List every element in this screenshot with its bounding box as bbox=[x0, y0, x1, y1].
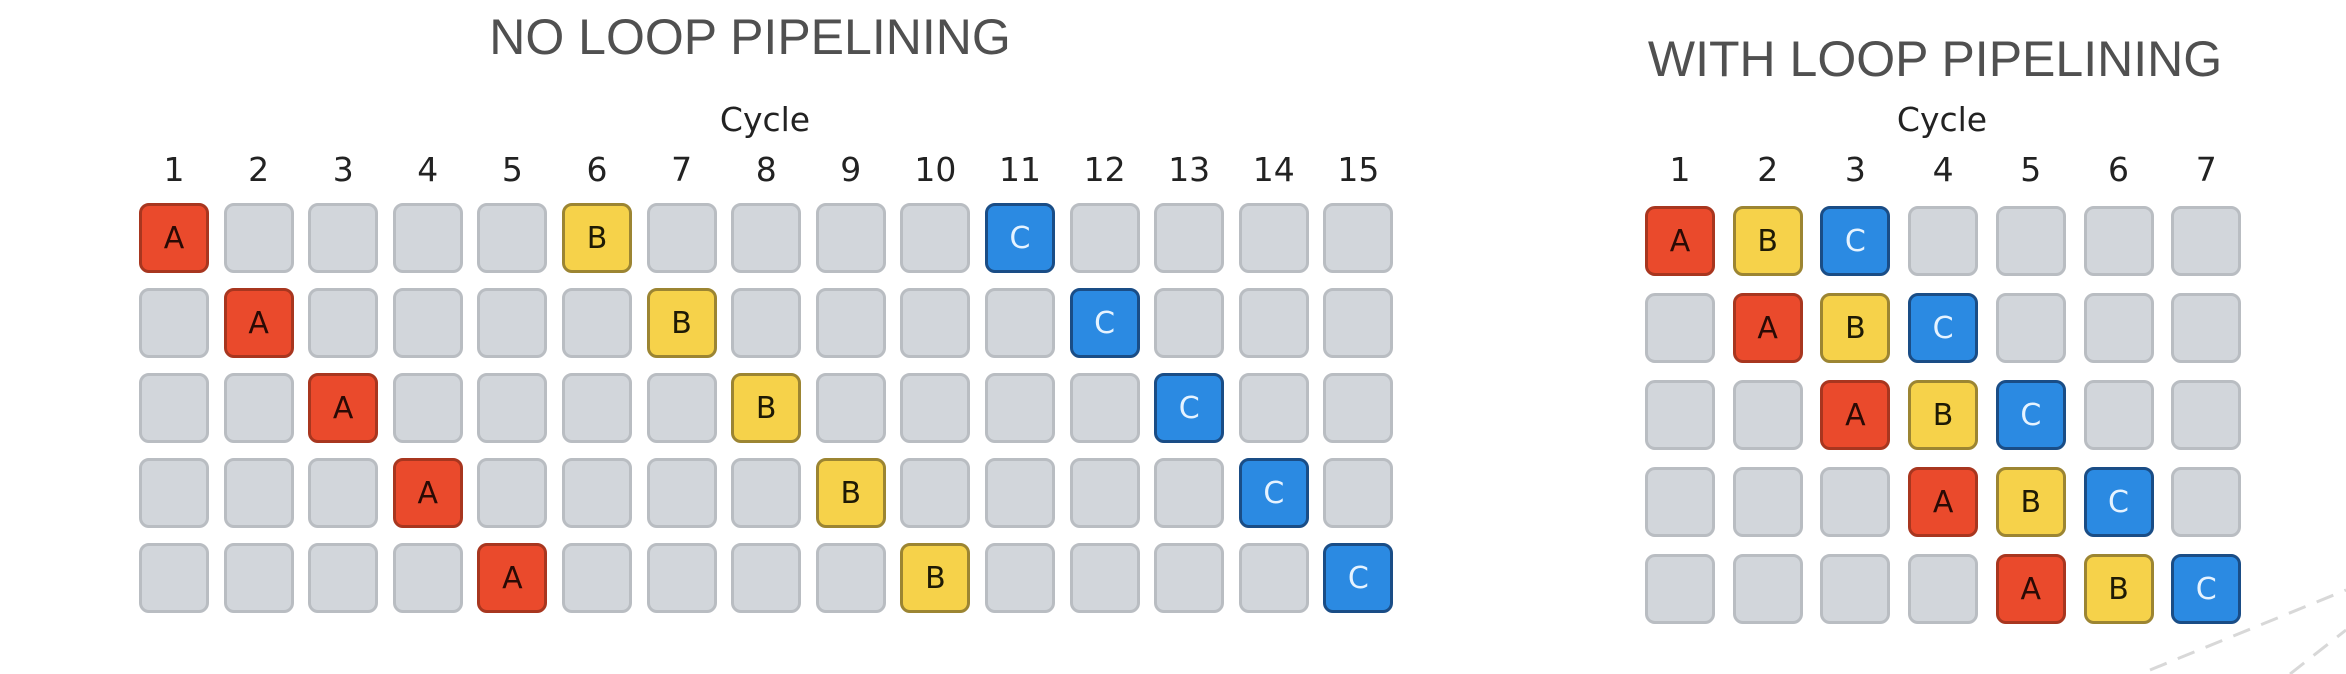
decorative-dashed-lines bbox=[2149, 588, 2346, 674]
